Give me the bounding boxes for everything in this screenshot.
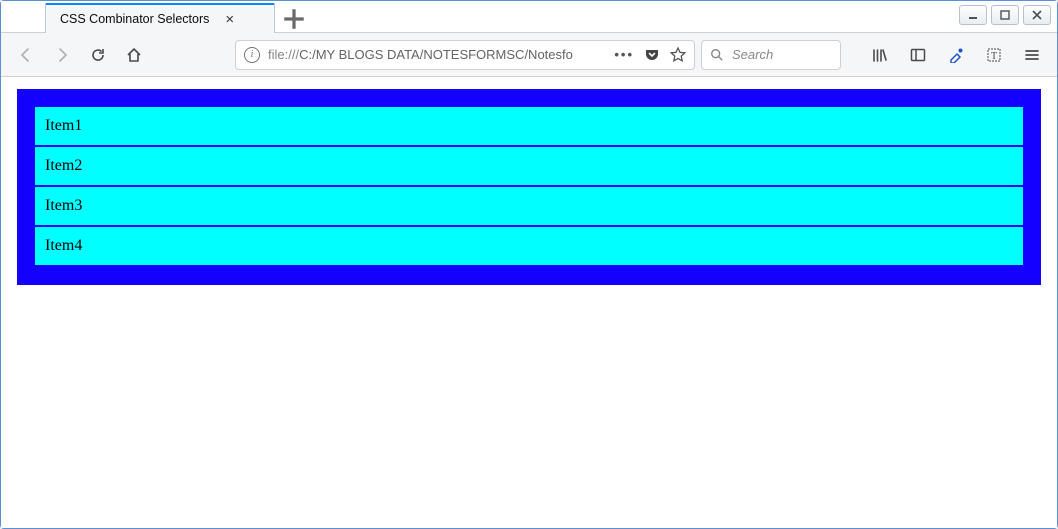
url-text: file:///C:/MY BLOGS DATA/NOTESFORMSC/Not… [268, 47, 606, 62]
bookmark-star-icon[interactable] [670, 47, 686, 63]
sidebar-icon [910, 47, 926, 63]
hamburger-icon [1024, 47, 1040, 63]
search-placeholder: Search [732, 47, 773, 62]
url-protocol: file:/// [268, 47, 299, 62]
reload-icon [90, 47, 106, 63]
close-icon [1032, 10, 1042, 20]
list-item: Item2 [35, 147, 1023, 187]
minimize-icon [968, 10, 978, 20]
text-icon: T [986, 47, 1002, 63]
window-controls [959, 5, 1051, 25]
url-path: C:/MY BLOGS DATA/NOTESFORMSC/Notesfo [299, 47, 573, 62]
url-bar[interactable]: i file:///C:/MY BLOGS DATA/NOTESFORMSC/N… [235, 40, 695, 70]
library-button[interactable] [865, 40, 895, 70]
sidebar-button[interactable] [903, 40, 933, 70]
home-icon [126, 47, 142, 63]
browser-toolbar: i file:///C:/MY BLOGS DATA/NOTESFORMSC/N… [1, 33, 1057, 77]
item-list: Item1 Item2 Item3 Item4 [17, 89, 1041, 285]
forward-button[interactable] [47, 40, 77, 70]
eyedropper-icon [948, 47, 964, 63]
close-window-button[interactable] [1023, 5, 1051, 25]
pocket-icon[interactable] [644, 47, 660, 63]
menu-button[interactable] [1017, 40, 1047, 70]
eyedropper-button[interactable] [941, 40, 971, 70]
maximize-button[interactable] [991, 5, 1019, 25]
list-item: Item3 [35, 187, 1023, 227]
minimize-button[interactable] [959, 5, 987, 25]
list-item: Item4 [35, 227, 1023, 267]
page-viewport: Item1 Item2 Item3 Item4 [1, 77, 1057, 528]
arrow-right-icon [54, 47, 70, 63]
reload-button[interactable] [83, 40, 113, 70]
arrow-left-icon [18, 47, 34, 63]
window-titlebar: CSS Combinator Selectors × [1, 1, 1057, 33]
tab-title: CSS Combinator Selectors [60, 12, 209, 26]
new-tab-button[interactable] [281, 7, 307, 31]
page-actions-icon[interactable]: ••• [614, 47, 634, 62]
plus-icon [281, 6, 307, 32]
maximize-icon [1000, 10, 1010, 20]
home-button[interactable] [119, 40, 149, 70]
list-item: Item1 [35, 107, 1023, 147]
library-icon [872, 47, 888, 63]
search-icon [710, 48, 724, 62]
text-encoding-button[interactable]: T [979, 40, 1009, 70]
browser-tab[interactable]: CSS Combinator Selectors × [45, 3, 275, 33]
back-button[interactable] [11, 40, 41, 70]
svg-text:T: T [991, 51, 997, 62]
search-bar[interactable]: Search [701, 40, 841, 70]
site-info-icon[interactable]: i [244, 47, 260, 63]
tab-strip: CSS Combinator Selectors × [1, 1, 307, 33]
toolbar-right-group: T [865, 40, 1047, 70]
url-action-icons: ••• [614, 47, 686, 63]
close-tab-icon[interactable]: × [225, 12, 234, 27]
